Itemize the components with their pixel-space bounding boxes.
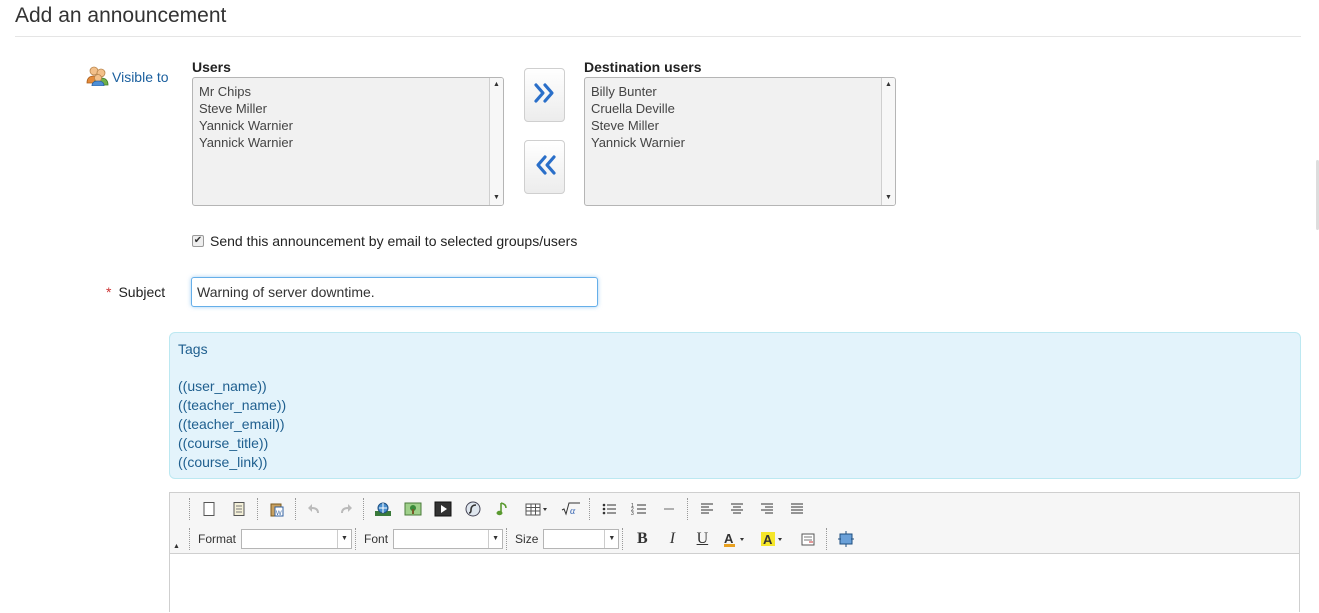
image-icon[interactable] bbox=[400, 497, 426, 521]
chevron-down-icon[interactable]: ▼ bbox=[604, 530, 618, 548]
toolbar-grip[interactable] bbox=[506, 528, 508, 550]
visible-to-label: Visible to bbox=[86, 64, 169, 89]
email-option: ✔ Send this announcement by email to sel… bbox=[192, 233, 577, 249]
list-item[interactable]: Yannick Warnier bbox=[199, 117, 497, 134]
subject-label-text: Subject bbox=[118, 284, 166, 300]
svg-text:A: A bbox=[763, 532, 773, 547]
required-marker: * bbox=[106, 284, 112, 300]
text-color-icon[interactable]: A bbox=[719, 527, 753, 551]
templates-icon[interactable] bbox=[226, 497, 252, 521]
subject-label: * Subject bbox=[106, 284, 165, 300]
table-icon[interactable] bbox=[520, 497, 554, 521]
underline-button[interactable]: U bbox=[689, 527, 715, 551]
tag-item: ((teacher_name)) bbox=[178, 397, 287, 413]
send-email-label: Send this announcement by email to selec… bbox=[210, 233, 578, 249]
list-item[interactable]: Yannick Warnier bbox=[591, 134, 889, 151]
tag-item: ((course_title)) bbox=[178, 435, 269, 451]
double-chevron-left-icon bbox=[533, 154, 557, 181]
destination-users-label: Destination users bbox=[584, 59, 702, 75]
toolbar-row-2: Format ▼ Font ▼ Size ▼ B I U A A bbox=[186, 525, 861, 553]
add-to-destination-button[interactable] bbox=[524, 68, 565, 122]
redo-icon[interactable] bbox=[332, 497, 358, 521]
tag-item: ((teacher_email)) bbox=[178, 416, 285, 432]
editor-toolbar: W α 1 2 3 Format ▼ Font ▼ Size ▼ B I U A… bbox=[170, 493, 1299, 554]
audio-icon[interactable] bbox=[490, 497, 516, 521]
chevron-down-icon[interactable]: ▼ bbox=[337, 530, 351, 548]
remove-from-destination-button[interactable] bbox=[524, 140, 565, 194]
toolbar-grip[interactable] bbox=[589, 498, 591, 520]
italic-button[interactable]: I bbox=[659, 527, 685, 551]
link-icon[interactable] bbox=[370, 497, 396, 521]
scroll-down-icon[interactable]: ▼ bbox=[490, 192, 503, 204]
math-formula-icon[interactable]: α bbox=[558, 497, 584, 521]
svg-text:α: α bbox=[570, 506, 576, 517]
bold-button[interactable]: B bbox=[629, 527, 655, 551]
format-select[interactable]: ▼ bbox=[241, 529, 353, 549]
users-group-icon bbox=[86, 64, 110, 89]
video-icon[interactable] bbox=[430, 497, 456, 521]
maximize-icon[interactable] bbox=[833, 527, 859, 551]
users-label: Users bbox=[192, 59, 231, 75]
toolbar-grip[interactable] bbox=[257, 498, 259, 520]
toolbar-grip[interactable] bbox=[189, 528, 191, 550]
background-color-icon[interactable]: A bbox=[757, 527, 791, 551]
numbered-list-icon[interactable]: 123 bbox=[626, 497, 652, 521]
list-item[interactable]: Yannick Warnier bbox=[199, 134, 497, 151]
list-item[interactable]: Steve Miller bbox=[591, 117, 889, 134]
font-select[interactable]: ▼ bbox=[393, 529, 504, 549]
toolbar-grip[interactable] bbox=[622, 528, 624, 550]
toolbar-row-1: W α 1 2 3 bbox=[186, 495, 812, 523]
svg-text:3: 3 bbox=[631, 511, 634, 517]
double-chevron-right-icon bbox=[533, 82, 557, 109]
horizontal-rule-icon[interactable] bbox=[656, 497, 682, 521]
subject-input[interactable] bbox=[191, 277, 598, 307]
list-item[interactable]: Mr Chips bbox=[199, 83, 497, 100]
size-label: Size bbox=[515, 532, 539, 546]
new-page-icon[interactable] bbox=[196, 497, 222, 521]
toolbar-grip[interactable] bbox=[363, 498, 365, 520]
scroll-up-icon[interactable]: ▲ bbox=[882, 79, 895, 91]
flash-icon[interactable] bbox=[460, 497, 486, 521]
undo-icon[interactable] bbox=[302, 497, 328, 521]
destination-users-listbox[interactable]: Billy Bunter Cruella Deville Steve Mille… bbox=[584, 77, 896, 206]
users-listbox[interactable]: Mr Chips Steve Miller Yannick Warnier Ya… bbox=[192, 77, 504, 206]
editor-content-area[interactable] bbox=[170, 555, 1299, 613]
tags-title: Tags bbox=[178, 341, 208, 357]
users-scrollbar[interactable]: ▲ ▼ bbox=[489, 78, 503, 205]
toolbar-grip[interactable] bbox=[826, 528, 828, 550]
align-left-icon[interactable] bbox=[694, 497, 720, 521]
justify-icon[interactable] bbox=[784, 497, 810, 521]
remove-format-icon[interactable] bbox=[795, 527, 821, 551]
send-email-checkbox[interactable]: ✔ bbox=[192, 235, 204, 247]
toolbar-grip[interactable] bbox=[687, 498, 689, 520]
svg-text:W: W bbox=[276, 511, 282, 517]
toolbar-grip[interactable] bbox=[189, 498, 191, 520]
scroll-up-icon[interactable]: ▲ bbox=[490, 79, 503, 91]
page-title: Add an announcement bbox=[15, 4, 227, 27]
collapse-toolbar-icon[interactable]: ▲ bbox=[173, 543, 180, 550]
tag-item: ((course_link)) bbox=[178, 454, 268, 470]
title-divider bbox=[15, 36, 1301, 37]
size-select[interactable]: ▼ bbox=[543, 529, 620, 549]
list-item[interactable]: Billy Bunter bbox=[591, 83, 889, 100]
format-label: Format bbox=[198, 532, 237, 546]
svg-text:A: A bbox=[724, 531, 734, 546]
toolbar-grip[interactable] bbox=[295, 498, 297, 520]
chevron-down-icon[interactable]: ▼ bbox=[488, 530, 502, 548]
align-right-icon[interactable] bbox=[754, 497, 780, 521]
list-item[interactable]: Steve Miller bbox=[199, 100, 497, 117]
tag-item: ((user_name)) bbox=[178, 378, 267, 394]
scroll-down-icon[interactable]: ▼ bbox=[882, 192, 895, 204]
toolbar-grip[interactable] bbox=[355, 528, 357, 550]
tags-info-box: Tags ((user_name)) ((teacher_name)) ((te… bbox=[169, 332, 1301, 479]
list-item[interactable]: Cruella Deville bbox=[591, 100, 889, 117]
bulleted-list-icon[interactable] bbox=[596, 497, 622, 521]
rich-text-editor: W α 1 2 3 Format ▼ Font ▼ Size ▼ B I U A… bbox=[169, 492, 1300, 613]
destination-scrollbar[interactable]: ▲ ▼ bbox=[881, 78, 895, 205]
font-label: Font bbox=[364, 532, 389, 546]
align-center-icon[interactable] bbox=[724, 497, 750, 521]
visible-to-text: Visible to bbox=[112, 68, 169, 85]
paste-from-word-icon[interactable]: W bbox=[264, 497, 290, 521]
